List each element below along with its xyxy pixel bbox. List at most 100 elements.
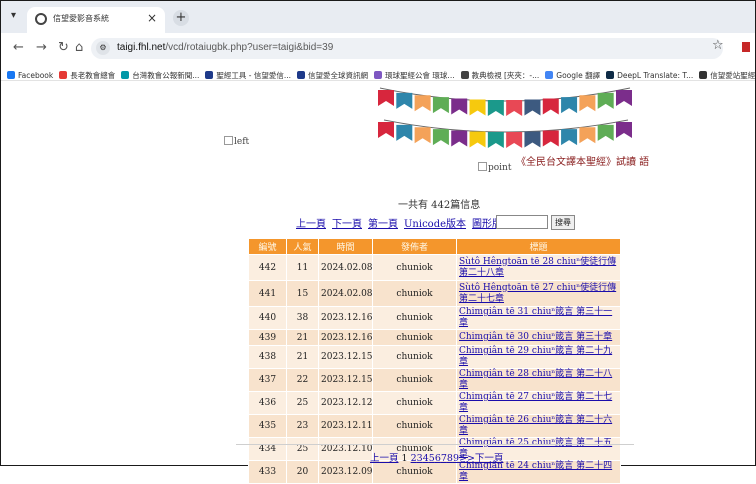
reader-link[interactable]: 《全民台文譯本聖經》試讀 語 [516, 153, 649, 168]
reload-icon[interactable]: ↻ [58, 40, 69, 55]
cell-views: 38 [286, 306, 319, 330]
cell-id: 442 [248, 254, 287, 281]
cell-date: 2023.12.16 [318, 306, 373, 330]
bookmark-item[interactable]: Google 翻譯 [545, 67, 601, 80]
table-row: 435 23 2023.12.11 chuniok Chimgiân tē 26 chi… [248, 414, 621, 438]
bunting-flag [451, 130, 468, 147]
cell-author: chuniok [372, 391, 457, 415]
post-title-link[interactable]: Chimgiân tē 28 chiuⁿ箴言 第二十八章 [459, 369, 612, 390]
next-page-link[interactable]: 下一頁 [332, 219, 362, 230]
column-header: 編號 [248, 238, 287, 255]
bookmark-star-icon[interactable]: ☆ [712, 38, 724, 53]
forward-arrow-icon[interactable]: → [36, 40, 47, 55]
bookmark-favicon-icon [205, 71, 214, 79]
cell-date: 2023.12.16 [318, 329, 373, 346]
bookmark-item[interactable]: 信望愛全球資訊網 [297, 67, 368, 80]
tab-list-chevron-icon[interactable]: ▾ [11, 10, 16, 21]
bookmark-item[interactable]: 聖經工具 - 信望愛信... [205, 67, 291, 80]
bookmark-item[interactable]: DeepL Translate: T... [606, 67, 693, 80]
post-title-link[interactable]: Chimgiân tē 24 chiuⁿ箴言 第二十四章 [459, 461, 612, 482]
bunting-flag [396, 92, 413, 109]
unicode-version-link[interactable]: Unicode版本 [404, 219, 466, 230]
table-row: 440 38 2023.12.16 chuniok Chimgiân tē 31 chi… [248, 306, 621, 330]
pager-prev-link[interactable]: 上一頁 [370, 453, 399, 464]
bunting-flag [396, 124, 413, 141]
table-row: 437 22 2023.12.15 chuniok Chimgiân tē 28 chi… [248, 368, 621, 392]
cell-id: 437 [248, 368, 287, 392]
column-header: 標題 [456, 238, 621, 255]
cell-title: Chimgiân tē 31 chiuⁿ箴言 第三十一章 [456, 306, 621, 330]
bookmark-favicon-icon [374, 71, 383, 79]
cell-views: 22 [286, 368, 319, 392]
new-tab-button[interactable]: + [173, 10, 189, 26]
cell-date: 2024.02.08 [318, 280, 373, 307]
bookmark-item[interactable]: 教典檢視 [夾夾：-... [460, 67, 539, 80]
url-text[interactable]: taigi.fhl.net/vcd/rotaiugbk.php?user=tai… [117, 42, 333, 53]
pager-current-page: 1 [401, 453, 408, 464]
bunting-flag [469, 99, 486, 116]
pager-more-link[interactable]: >> [459, 453, 475, 464]
bunting-flag [432, 97, 449, 114]
bookmark-favicon-icon [699, 71, 708, 79]
left-image: left [224, 136, 249, 147]
bunting-banner-image [378, 87, 632, 148]
url-host: taigi.fhl.net [117, 42, 166, 53]
bookmark-item[interactable]: 信望愛站聖經寶可... [699, 67, 755, 80]
bunting-flag [378, 90, 394, 107]
active-tab[interactable]: 信望愛影音系統 × [27, 7, 165, 33]
page-links: 上一頁 下一頁 第一頁 Unicode版本 圖形版本 [296, 215, 518, 230]
tab-title: 信望愛影音系統 [53, 14, 109, 23]
search-button[interactable]: 搜尋 [551, 215, 575, 230]
cell-id: 441 [248, 280, 287, 307]
cell-date: 2023.12.15 [318, 345, 373, 369]
table-row: 438 21 2023.12.15 chuniok Chimgiân tē 29 chi… [248, 345, 621, 369]
bunting-flag [524, 131, 541, 148]
bookmark-favicon-icon [297, 71, 306, 79]
bunting-flag [414, 95, 431, 112]
cell-views: 20 [286, 460, 319, 484]
home-icon[interactable]: ⌂ [75, 40, 83, 55]
post-title-link[interactable]: Chimgiân tē 27 chiuⁿ箴言 第二十七章 [459, 392, 612, 413]
search-input[interactable] [496, 215, 548, 229]
back-arrow-icon[interactable]: ← [13, 40, 24, 55]
prev-page-link[interactable]: 上一頁 [296, 219, 326, 230]
bunting-flag [579, 95, 596, 112]
post-title-link[interactable]: Chimgiân tē 26 chiuⁿ箴言 第二十六章 [459, 415, 612, 436]
address-bar[interactable]: ⚙ taigi.fhl.net/vcd/rotaiugbk.php?user=t… [91, 38, 723, 59]
bunting-flag [487, 131, 504, 148]
cell-views: 21 [286, 329, 319, 346]
bookmark-label: 台灣教會公報新聞... [132, 71, 200, 80]
cell-views: 21 [286, 345, 319, 369]
bunting-flag [469, 131, 486, 148]
post-count: 一共有 442篇信息 [398, 200, 481, 211]
post-title-link[interactable]: Sùtô Hêngtoān tē 27 chiuⁿ使徒行傳 第二十七章 [459, 283, 616, 304]
post-title-link[interactable]: Sùtô Hêngtoān tē 28 chiuⁿ使徒行傳 第二十八章 [459, 257, 616, 278]
bunting-flag [506, 99, 523, 116]
column-header: 發佈者 [372, 238, 457, 255]
post-title-link[interactable]: Chimgiân tē 31 chiuⁿ箴言 第三十一章 [459, 307, 612, 328]
bookmark-item[interactable]: Facebook [7, 67, 53, 80]
bookmark-favicon-icon [59, 71, 68, 79]
bookmark-label: 環球聖經公會 環球... [385, 71, 455, 80]
bookmark-item[interactable]: 長老教會總會 [59, 67, 115, 80]
bunting-flag [542, 98, 559, 115]
post-title-link[interactable]: Chimgiân tē 30 chiuⁿ箴言 第三十章 [459, 332, 612, 342]
pager-divider [236, 444, 634, 445]
site-info-icon[interactable]: ⚙ [96, 41, 110, 55]
bookmark-item[interactable]: 環球聖經公會 環球... [374, 67, 455, 80]
bunting-flag [579, 127, 596, 144]
pager-next-link[interactable]: 下一頁 [475, 453, 504, 464]
cell-date: 2024.02.08 [318, 254, 373, 281]
bookmark-favicon-icon [7, 71, 15, 79]
browser-toolbar: ← → ↻ ⌂ ⚙ taigi.fhl.net/vcd/rotaiugbk.ph… [1, 33, 755, 63]
cell-title: Sùtô Hêngtoān tē 28 chiuⁿ使徒行傳 第二十八章 [456, 254, 621, 281]
column-header: 時間 [318, 238, 373, 255]
bookmark-item[interactable]: 台灣教會公報新聞... [121, 67, 200, 80]
first-page-link[interactable]: 第一頁 [368, 219, 398, 230]
bookmark-label: Google 翻譯 [556, 71, 601, 80]
post-title-link[interactable]: Chimgiân tē 29 chiuⁿ箴言 第二十九章 [459, 346, 612, 367]
tab-close-icon[interactable]: × [147, 11, 157, 25]
bunting-flag [451, 98, 468, 115]
extension-icon[interactable] [742, 42, 750, 52]
tab-bar: ▾ 信望愛影音系統 × + [1, 1, 755, 33]
